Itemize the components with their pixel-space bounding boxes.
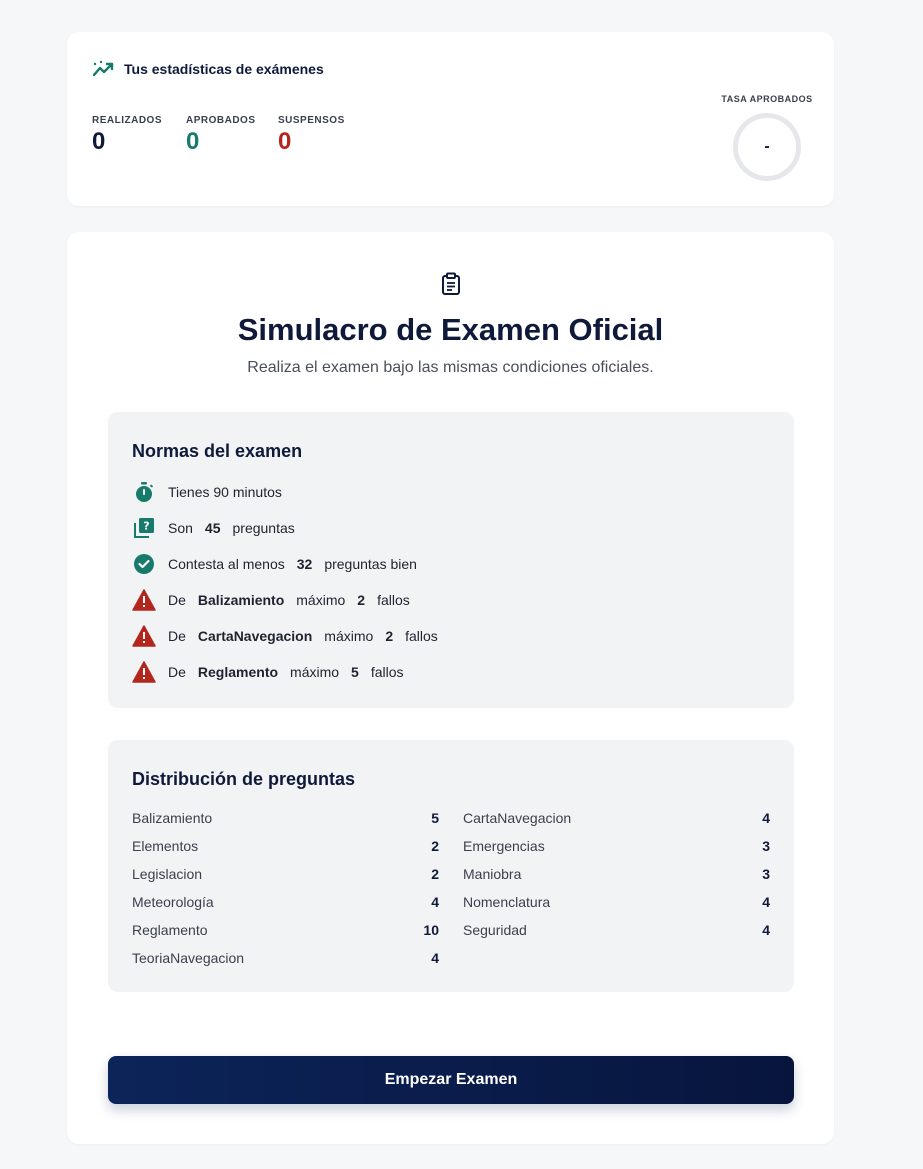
distribution-row: Nomenclatura 4: [463, 894, 770, 910]
topic-name: Meteorología: [132, 894, 214, 910]
exam-card: Simulacro de Examen Oficial Realiza el e…: [67, 232, 834, 1144]
check-circle-icon: [132, 552, 156, 576]
rule-text: máximo: [296, 592, 346, 608]
stat-label: APROBADOS: [186, 115, 256, 126]
topic-count: 3: [762, 866, 770, 882]
rule-number: 2: [357, 592, 366, 608]
topic-count: 2: [431, 838, 439, 854]
rule-text: máximo: [290, 664, 340, 680]
rule-text: fallos: [377, 592, 410, 608]
distribution-row: Legislacion 2: [132, 866, 439, 882]
distribution-row: Emergencias 3: [463, 838, 770, 854]
topic-name: TeoriaNavegacion: [132, 950, 245, 966]
stat-aprobados: APROBADOS 0: [186, 115, 256, 156]
topic-name: Emergencias: [463, 838, 545, 854]
rule-limit-balizamiento: De Balizamiento máximo 2 fallos: [132, 588, 410, 612]
rule-time: Tienes 90 minutos: [132, 480, 282, 504]
distribution-row: Seguridad 4: [463, 922, 770, 938]
distribution-row: TeoriaNavegacion 4: [132, 950, 439, 966]
stopwatch-icon: [132, 480, 156, 504]
stat-label: SUSPENSOS: [278, 115, 345, 126]
topic-count: 5: [431, 810, 439, 826]
topic-count: 4: [431, 894, 439, 910]
start-exam-button[interactable]: Empezar Examen: [108, 1056, 794, 1104]
svg-text:?: ?: [143, 520, 149, 533]
pass-rate-label: TASA APROBADOS: [721, 94, 813, 104]
stats-title: Tus estadísticas de exámenes: [124, 61, 324, 77]
topic-name: Elementos: [132, 838, 199, 854]
rules-panel: Normas del examen Tienes 90 minutos ? So…: [108, 412, 794, 708]
rule-text: De: [168, 592, 186, 608]
rule-text: De: [168, 664, 186, 680]
rule-number: 45: [204, 520, 221, 536]
rule-topic: Reglamento: [197, 664, 279, 680]
rule-text: preguntas bien: [324, 556, 417, 572]
rule-text: Contesta al menos: [168, 556, 285, 572]
page-subtitle: Realiza el examen bajo las mismas condic…: [247, 359, 654, 376]
topic-count: 4: [762, 894, 770, 910]
topic-name: Seguridad: [463, 922, 527, 938]
stat-value: 0: [92, 128, 106, 155]
stat-value: 0: [186, 128, 200, 155]
topic-name: Reglamento: [132, 922, 208, 938]
topic-count: 4: [762, 810, 770, 826]
topic-count: 4: [762, 922, 770, 938]
stats-card: Tus estadísticas de exámenes REALIZADOS …: [67, 32, 834, 206]
rule-text: De: [168, 628, 186, 644]
stats-header: Tus estadísticas de exámenes: [92, 59, 324, 79]
rule-topic: Balizamiento: [197, 592, 285, 608]
rule-number: 32: [296, 556, 313, 572]
pass-rate: TASA APROBADOS -: [707, 94, 827, 181]
distribution-title: Distribución de preguntas: [132, 769, 356, 789]
distribution-row: Reglamento 10: [132, 922, 439, 938]
rule-text: fallos: [370, 664, 404, 680]
distribution-row: Balizamiento 5: [132, 810, 439, 826]
topic-count: 3: [762, 838, 770, 854]
stat-value: 0: [278, 128, 292, 155]
rule-text: máximo: [324, 628, 374, 644]
rule-number: 5: [351, 664, 359, 680]
distribution-panel: Distribución de preguntas Balizamiento 5…: [108, 740, 794, 992]
rule-limit-reglamento: De Reglamento máximo 5 fallos: [132, 660, 404, 684]
rules-title: Normas del examen: [132, 441, 303, 461]
distribution-row: Elementos 2: [132, 838, 439, 854]
warning-icon: [132, 660, 156, 684]
topic-name: Maniobra: [463, 866, 522, 882]
trending-up-icon: [92, 60, 114, 77]
rule-topic: CartaNavegacion: [197, 628, 313, 644]
rule-text: preguntas: [232, 520, 295, 536]
topic-count: 10: [423, 922, 439, 938]
distribution-row: Maniobra 3: [463, 866, 770, 882]
clipboard-icon: [442, 272, 460, 295]
page-title: Simulacro de Examen Oficial: [237, 312, 664, 347]
rule-correct: Contesta al menos 32 preguntas bien: [132, 552, 417, 576]
warning-icon: [132, 588, 156, 612]
topic-name: Balizamiento: [132, 810, 213, 826]
rule-text: Son: [168, 520, 193, 536]
rule-questions: ? Son 45 preguntas: [132, 516, 295, 540]
pass-rate-ring: -: [733, 113, 801, 181]
stat-label: REALIZADOS: [92, 115, 162, 126]
stat-suspensos: SUSPENSOS 0: [278, 115, 345, 156]
topic-name: Legislacion: [132, 866, 203, 882]
stat-realizados: REALIZADOS 0: [92, 115, 162, 156]
rule-text: fallos: [405, 628, 438, 644]
warning-icon: [132, 624, 156, 648]
rule-time-text: Tienes 90 minutos: [168, 484, 282, 500]
pass-rate-value: -: [764, 138, 770, 155]
rule-limit-cartanavegacion: De CartaNavegacion máximo 2 fallos: [132, 624, 438, 648]
quiz-icon: ?: [132, 516, 156, 540]
topic-name: Nomenclatura: [463, 894, 551, 910]
topic-count: 4: [431, 950, 439, 966]
topic-count: 2: [431, 866, 439, 882]
topic-name: CartaNavegacion: [463, 810, 572, 826]
distribution-row: Meteorología 4: [132, 894, 439, 910]
rule-number: 2: [385, 628, 394, 644]
distribution-row: CartaNavegacion 4: [463, 810, 770, 826]
